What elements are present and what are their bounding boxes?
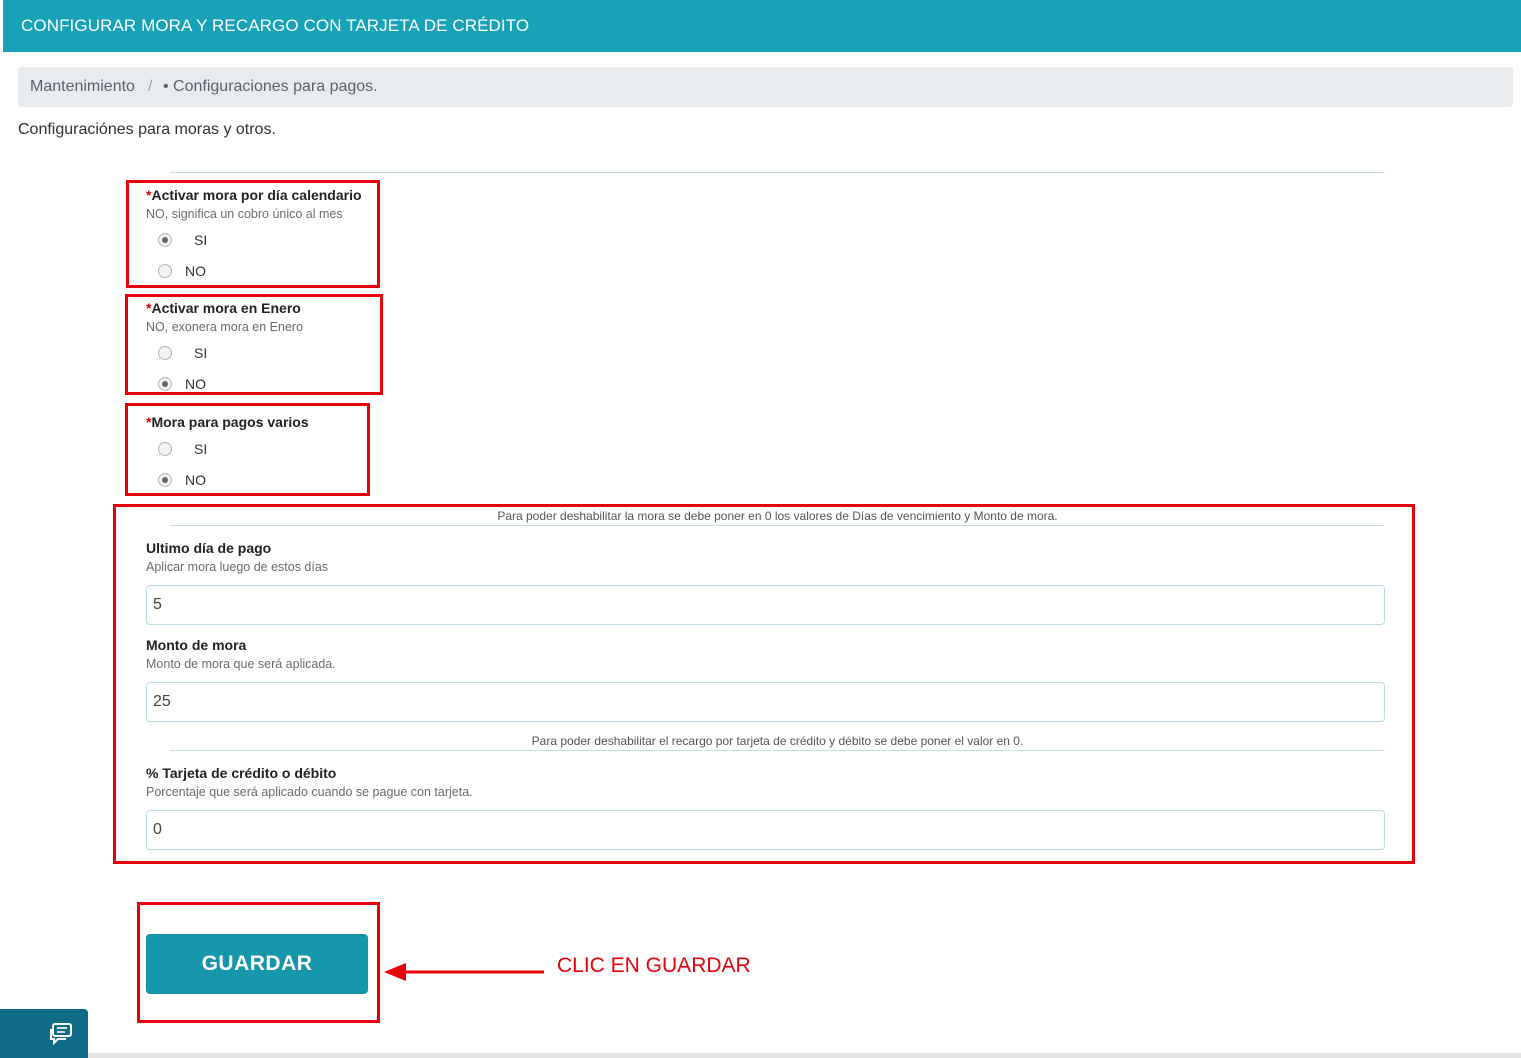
breadcrumb: Mantenimiento / • Configuraciones para p… <box>18 67 1513 107</box>
label-tarjeta: % Tarjeta de crédito o débito <box>146 765 337 781</box>
annotation-text: CLIC EN GUARDAR <box>557 954 751 977</box>
label-mora-calendario: *Activar mora por día calendario <box>146 187 362 203</box>
divider <box>170 172 1385 173</box>
note-mora: Para poder deshabilitar la mora se debe … <box>497 509 1058 523</box>
help-ultimo-dia: Aplicar mora luego de estos días <box>146 560 329 574</box>
ultimo-dia-input[interactable]: 5 <box>146 585 1385 625</box>
divider <box>170 525 1385 526</box>
intro-text: Configuraciónes para moras y otros. <box>18 121 276 138</box>
save-button[interactable]: GUARDAR <box>146 934 368 994</box>
note-recargo: Para poder deshabilitar el recargo por t… <box>531 734 1024 748</box>
chat-icon <box>50 1023 72 1046</box>
help-tarjeta: Porcentaje que será aplicado cuando se p… <box>146 785 473 799</box>
chat-widget-button[interactable] <box>0 1009 88 1058</box>
label-ultimo-dia: Ultimo día de pago <box>146 540 272 556</box>
radio-enero-no-label[interactable]: NO <box>185 376 206 392</box>
help-mora-calendario: NO, significa un cobro único al mes <box>146 207 343 221</box>
radio-calendario-no[interactable] <box>158 264 172 278</box>
label-monto-mora: Monto de mora <box>146 637 247 653</box>
bottom-border <box>88 1053 1521 1058</box>
breadcrumb-separator: / <box>148 78 153 95</box>
radio-varios-no-label[interactable]: NO <box>185 472 206 488</box>
page-title: CONFIGURAR MORA Y RECARGO CON TARJETA DE… <box>21 16 530 35</box>
radio-varios-si-label[interactable]: SI <box>194 441 207 457</box>
radio-calendario-no-label[interactable]: NO <box>185 263 206 279</box>
radio-enero-si[interactable] <box>158 346 172 360</box>
label-mora-varios: *Mora para pagos varios <box>146 414 309 430</box>
monto-mora-input[interactable]: 25 <box>146 682 1385 722</box>
radio-varios-si[interactable] <box>158 442 172 456</box>
tarjeta-input[interactable]: 0 <box>146 810 1385 850</box>
radio-calendario-si-label[interactable]: SI <box>194 232 207 248</box>
radio-varios-no[interactable] <box>158 473 172 487</box>
radio-calendario-si[interactable] <box>158 233 172 247</box>
radio-enero-no[interactable] <box>158 377 172 391</box>
breadcrumb-mantenimiento[interactable]: Mantenimiento <box>30 78 135 96</box>
page-header: CONFIGURAR MORA Y RECARGO CON TARJETA DE… <box>3 0 1521 52</box>
radio-enero-si-label[interactable]: SI <box>194 345 207 361</box>
arrow-left-icon <box>384 963 544 981</box>
help-mora-enero: NO, exonera mora en Enero <box>146 320 304 334</box>
breadcrumb-configuraciones: • Configuraciones para pagos. <box>163 78 378 95</box>
help-monto-mora: Monto de mora que será aplicada. <box>146 657 336 671</box>
label-mora-enero: *Activar mora en Enero <box>146 300 301 316</box>
divider <box>170 750 1385 751</box>
